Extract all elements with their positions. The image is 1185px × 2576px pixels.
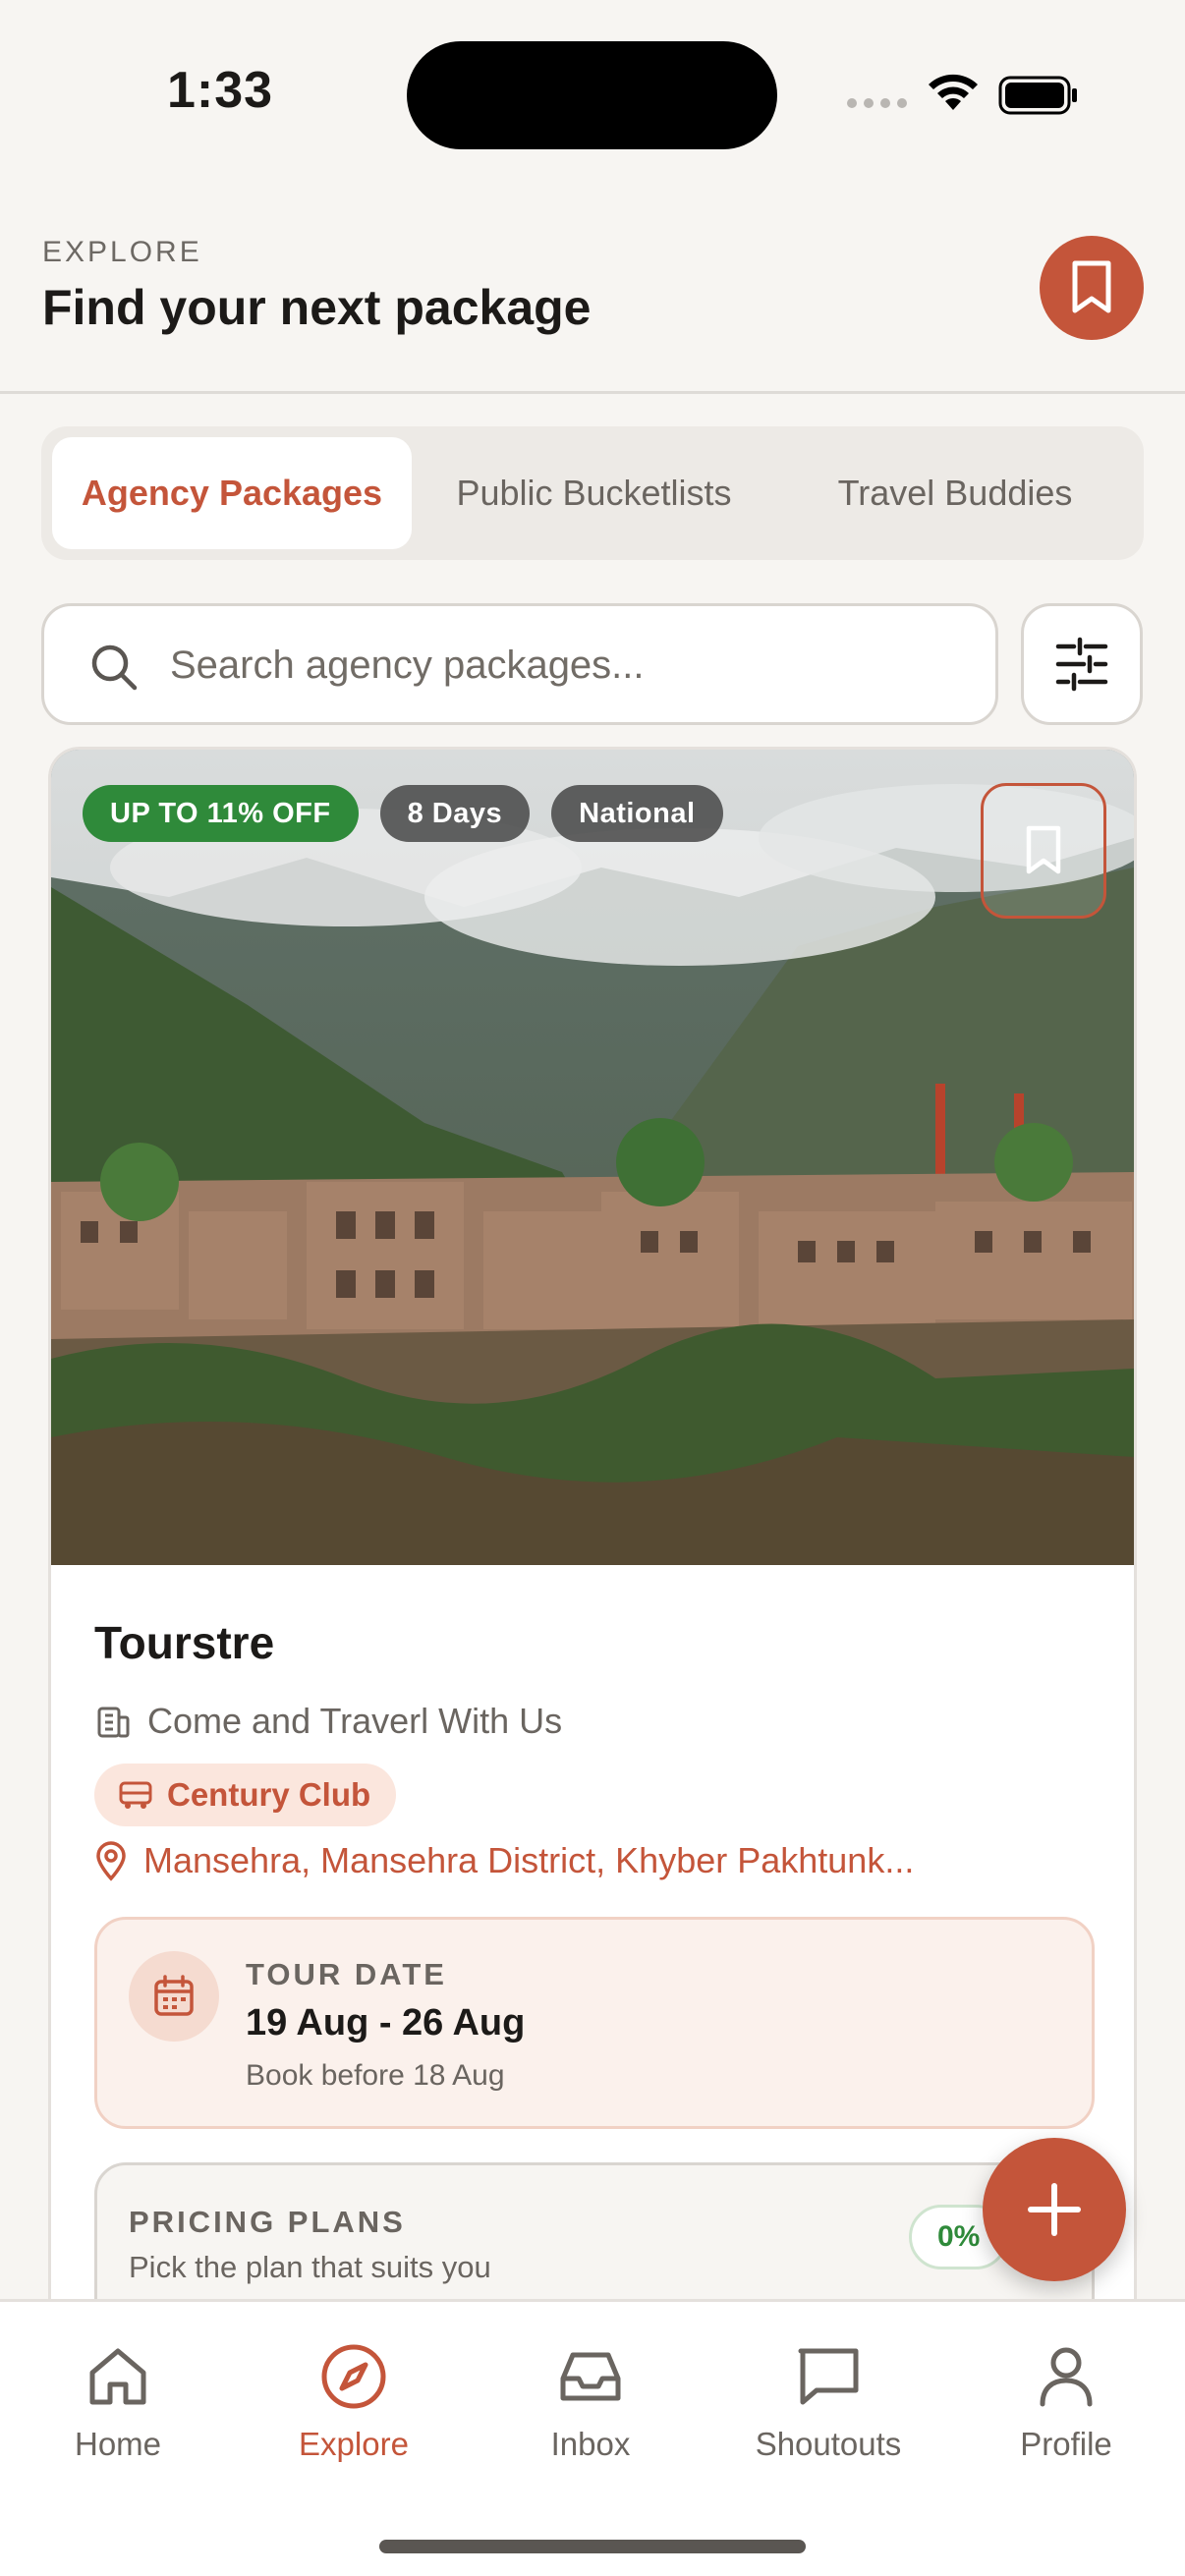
nav-home-label: Home (74, 2426, 162, 2462)
duration-badge: 8 Days (379, 785, 531, 842)
club-label: Century Club (167, 1776, 371, 1813)
save-package-button[interactable] (981, 783, 1106, 919)
explore-screen: 1:33 EXPLORE Find your next package Agen… (0, 0, 1185, 2576)
dynamic-island (407, 41, 777, 149)
agency-tagline-row: Come and Traverl With Us (94, 1701, 562, 1742)
package-badges: UP TO 11% OFF 8 Days National (83, 785, 723, 842)
tab-agency-packages[interactable]: Agency Packages (52, 437, 412, 549)
search-input[interactable] (170, 636, 956, 695)
agency-tagline: Come and Traverl With Us (147, 1701, 563, 1741)
mountain-town-illustration (51, 750, 1134, 1565)
cellular-signal-icon (847, 98, 907, 108)
inbox-icon (560, 2352, 621, 2401)
create-button[interactable] (983, 2138, 1126, 2281)
nav-inbox[interactable]: Inbox (492, 2341, 689, 2463)
page-title: Find your next package (42, 280, 592, 335)
discount-badge: UP TO 11% OFF (83, 785, 359, 842)
nav-inbox-label: Inbox (550, 2426, 631, 2462)
battery-icon (998, 76, 1077, 115)
package-hero-image: UP TO 11% OFF 8 Days National (51, 750, 1134, 1565)
search-bar (41, 603, 998, 725)
location-text: Mansehra, Mansehra District, Khyber Pakh… (143, 1840, 915, 1880)
compass-icon (321, 2344, 386, 2409)
search-icon (91, 644, 138, 691)
club-chip: Century Club (94, 1764, 397, 1826)
filter-button[interactable] (1021, 603, 1143, 725)
tour-date-range: 19 Aug - 26 Aug (246, 2002, 526, 2044)
plus-icon (1028, 2183, 1081, 2236)
agency-name: Tourstre (94, 1617, 275, 1668)
tour-date-box: TOUR DATE 19 Aug - 26 Aug Book before 18… (94, 1917, 1095, 2129)
sliders-icon (1055, 637, 1108, 692)
tab-travel-buddies[interactable]: Travel Buddies (776, 437, 1134, 549)
date-icon-wrap (129, 1951, 219, 2042)
pricing-plans-subtitle: Pick the plan that suits you (129, 2250, 491, 2284)
wifi-icon (929, 74, 978, 110)
bottom-navigation: Home Explore Inbox Shoutouts Profile (0, 2299, 1185, 2576)
nav-profile-label: Profile (1020, 2426, 1112, 2462)
booking-deadline: Book before 18 Aug (246, 2059, 505, 2092)
header-eyebrow: EXPLORE (42, 236, 202, 268)
bus-icon (119, 1781, 152, 1809)
pricing-plans-label: PRICING PLANS (129, 2205, 406, 2239)
nav-shoutouts[interactable]: Shoutouts (730, 2341, 927, 2463)
saved-bookmarks-button[interactable] (1040, 236, 1144, 340)
scope-badge: National (551, 785, 723, 842)
building-icon (97, 1707, 130, 1738)
nav-shoutouts-label: Shoutouts (755, 2426, 902, 2462)
explore-tabs: Agency Packages Public Bucketlists Trave… (41, 426, 1144, 560)
nav-home[interactable]: Home (20, 2341, 216, 2463)
nav-explore-label: Explore (299, 2426, 409, 2462)
tour-date-label: TOUR DATE (246, 1957, 447, 1991)
bookmark-icon (1026, 825, 1061, 874)
home-indicator[interactable] (379, 2540, 806, 2553)
calendar-icon (154, 1975, 194, 2016)
bookmark-icon (1072, 260, 1111, 313)
nav-profile[interactable]: Profile (968, 2341, 1164, 2463)
location-row: Mansehra, Mansehra District, Khyber Pakh… (94, 1840, 914, 1881)
status-time: 1:33 (167, 62, 274, 119)
nav-explore[interactable]: Explore (255, 2341, 452, 2463)
user-icon (1040, 2347, 1093, 2407)
map-pin-icon (96, 1841, 126, 1881)
tab-public-bucketlists[interactable]: Public Bucketlists (420, 437, 768, 549)
home-icon (89, 2348, 146, 2405)
header-divider (0, 391, 1185, 394)
chat-bubble-icon (798, 2348, 859, 2405)
